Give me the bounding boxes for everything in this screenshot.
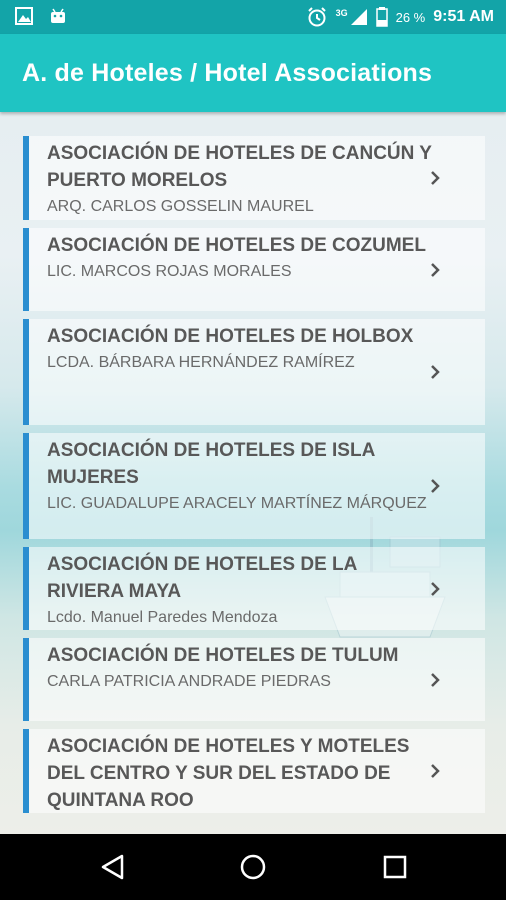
chevron-right-icon (431, 365, 440, 379)
image-notification-icon (15, 7, 33, 25)
list-item-cozumel[interactable]: ASOCIACIÓN DE HOTELES DE COZUMEL LIC. MA… (23, 228, 485, 311)
association-name: ASOCIACIÓN DE HOTELES DE LA RIVIERA MAYA (47, 554, 357, 602)
home-icon[interactable] (238, 852, 268, 882)
recents-icon[interactable] (380, 852, 410, 882)
chevron-right-icon (431, 479, 440, 493)
chevron-right-icon (431, 581, 440, 596)
list-item-cancun[interactable]: ASOCIACIÓN DE HOTELES DE CANCÚN Y PUERTO… (23, 136, 485, 220)
association-name: ASOCIACIÓN DE HOTELES DE ISLA MUJERES (47, 440, 375, 488)
content-area: ASOCIACIÓN DE HOTELES DE CANCÚN Y PUERTO… (0, 112, 506, 834)
association-president: ARQ. CARLOS GOSSELIN MAUREL (47, 198, 314, 215)
list-item-isla-mujeres[interactable]: ASOCIACIÓN DE HOTELES DE ISLA MUJERES LI… (23, 433, 485, 539)
chevron-right-icon (431, 171, 440, 185)
list-item-holbox[interactable]: ASOCIACIÓN DE HOTELES DE HOLBOX LCDA. BÁ… (23, 319, 485, 425)
network-type-label: 3G (335, 8, 348, 18)
association-name: ASOCIACIÓN DE HOTELES DE HOLBOX (47, 326, 414, 347)
association-name: ASOCIACIÓN DE HOTELES DE COZUMEL (47, 235, 426, 256)
association-name: ASOCIACIÓN DE HOTELES DE CANCÚN Y PUERTO… (47, 143, 432, 191)
clock: 9:51 AM (433, 8, 494, 25)
list-item-centro-sur[interactable]: ASOCIACIÓN DE HOTELES Y MOTELES DEL CENT… (23, 729, 485, 813)
back-icon[interactable] (98, 852, 128, 882)
association-president: LIC. GUADALUPE ARACELY MARTÍNEZ MÁRQUEZ (47, 495, 427, 512)
chevron-right-icon (431, 672, 440, 687)
list-item-riviera-maya[interactable]: ASOCIACIÓN DE HOTELES DE LA RIVIERA MAYA… (23, 547, 485, 630)
status-bar: 3G 26 % 9:51 AM (0, 0, 506, 34)
chevron-right-icon (431, 764, 440, 778)
association-president: Lcdo. Manuel Paredes Mendoza (47, 609, 278, 626)
association-list: ASOCIACIÓN DE HOTELES DE CANCÚN Y PUERTO… (23, 136, 485, 821)
battery-icon (375, 7, 388, 27)
page-title: A. de Hoteles / Hotel Associations (22, 59, 433, 87)
android-notification-icon (51, 8, 65, 23)
app-bar: A. de Hoteles / Hotel Associations (0, 34, 506, 112)
list-item-tulum[interactable]: ASOCIACIÓN DE HOTELES DE TULUM CARLA PAT… (23, 638, 485, 721)
association-name: ASOCIACIÓN DE HOTELES DE TULUM (47, 645, 399, 666)
signal-icon (350, 9, 367, 25)
association-president: LIC. MARCOS ROJAS MORALES (47, 263, 292, 280)
navigation-bar (0, 834, 506, 900)
battery-percent: 26 % (395, 9, 426, 25)
association-name: ASOCIACIÓN DE HOTELES Y MOTELES DEL CENT… (47, 736, 410, 811)
association-president: CARLA PATRICIA ANDRADE PIEDRAS (47, 673, 331, 690)
chevron-right-icon (431, 262, 440, 277)
association-president: LCDA. BÁRBARA HERNÁNDEZ RAMÍREZ (47, 354, 355, 371)
alarm-icon (307, 7, 326, 27)
